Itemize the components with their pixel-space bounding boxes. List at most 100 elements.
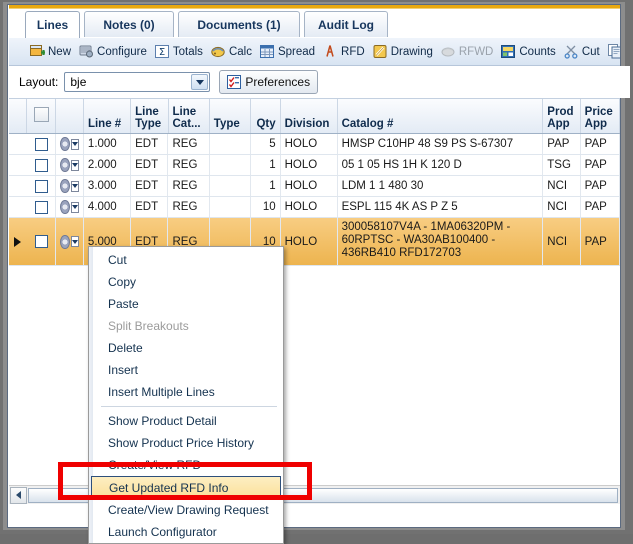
row-actions-gear-button[interactable]: [56, 155, 84, 175]
table-row[interactable]: 3.000 EDT REG 1 HOLO LDM 1 1 480 30 NCI PAP: [9, 176, 620, 197]
context-menu-item-get-updated-rfd-info[interactable]: Get Updated RFD Info: [91, 476, 281, 499]
row-actions-gear-button[interactable]: [56, 134, 84, 154]
cell-line[interactable]: 3.000: [84, 176, 132, 196]
cell-price-app[interactable]: PAP: [581, 218, 620, 265]
cell-prod-app[interactable]: NCI: [543, 197, 581, 217]
grid-header-line[interactable]: Line #: [84, 99, 132, 133]
cell-catalog[interactable]: LDM 1 1 480 30: [338, 176, 544, 196]
context-menu-item-delete[interactable]: Delete: [89, 337, 283, 359]
cell-qty[interactable]: 10: [251, 197, 281, 217]
cell-division[interactable]: HOLO: [281, 134, 338, 154]
grid-header-line-cat[interactable]: Line Cat...: [169, 99, 210, 133]
cell-prod-app[interactable]: PAP: [543, 134, 581, 154]
tab-audit-log[interactable]: Audit Log: [304, 11, 388, 37]
grid-header-prod-app[interactable]: Prod App: [543, 99, 581, 133]
toolbar-button-totals[interactable]: Σ Totals: [154, 44, 203, 59]
chevron-down-icon[interactable]: [191, 74, 209, 90]
cell-division[interactable]: HOLO: [281, 176, 338, 196]
tab-lines[interactable]: Lines: [25, 11, 80, 38]
preferences-button-label: Preferences: [245, 75, 311, 89]
table-row[interactable]: 1.000 EDT REG 5 HOLO HMSP C10HP 48 S9 PS S-67…: [9, 134, 620, 155]
context-menu-item-launch-configurator[interactable]: Launch Configurator: [89, 521, 283, 543]
cell-line-type[interactable]: EDT: [131, 176, 169, 196]
cell-price-app[interactable]: PAP: [581, 176, 620, 196]
chevron-down-icon[interactable]: [70, 159, 79, 171]
cell-line-cat[interactable]: REG: [168, 176, 210, 196]
cell-division[interactable]: HOLO: [281, 197, 338, 217]
context-menu-item-copy[interactable]: Copy: [89, 271, 283, 293]
table-row[interactable]: 2.000 EDT REG 1 HOLO 05 1 05 HS 1H K 120 D TSG…: [9, 155, 620, 176]
cell-catalog[interactable]: 300058107V4A - 1MA06320PM - 60RPTSC - WA…: [338, 218, 544, 265]
cell-prod-app[interactable]: NCI: [543, 218, 581, 265]
context-menu-item-paste[interactable]: Paste: [89, 293, 283, 315]
toolbar-button-drawing[interactable]: Drawing: [373, 44, 433, 59]
cell-catalog[interactable]: ESPL 115 4K AS P Z 5: [338, 197, 544, 217]
cell-prod-app[interactable]: NCI: [543, 176, 581, 196]
cell-qty[interactable]: 1: [251, 155, 281, 175]
toolbar-button-rfd[interactable]: RFD: [323, 44, 365, 59]
row-actions-gear-button[interactable]: [56, 197, 84, 217]
cell-line-cat[interactable]: REG: [168, 134, 210, 154]
toolbar-button-configure[interactable]: Configure: [79, 44, 147, 59]
context-menu-item-insert-multiple-lines[interactable]: Insert Multiple Lines: [89, 381, 283, 403]
chevron-down-icon[interactable]: [70, 236, 79, 247]
cell-prod-app[interactable]: TSG: [543, 155, 581, 175]
cell-catalog[interactable]: HMSP C10HP 48 S9 PS S-67307: [338, 134, 544, 154]
toolbar-button-counts[interactable]: Counts: [501, 44, 556, 59]
row-checkbox[interactable]: [27, 218, 57, 265]
row-actions-gear-button[interactable]: [56, 218, 84, 265]
row-checkbox[interactable]: [27, 176, 57, 196]
grid-header-type[interactable]: Type: [210, 99, 252, 133]
cell-type[interactable]: [210, 134, 252, 154]
toolbar-button-cut[interactable]: Cut: [564, 44, 600, 59]
row-actions-gear-button[interactable]: [56, 176, 84, 196]
cell-qty[interactable]: 5: [251, 134, 281, 154]
context-menu-item-insert[interactable]: Insert: [89, 359, 283, 381]
context-menu-item-create-view-drawing-request[interactable]: Create/View Drawing Request: [89, 499, 283, 521]
cell-line-type[interactable]: EDT: [131, 197, 169, 217]
cell-price-app[interactable]: PAP: [581, 197, 620, 217]
cell-line[interactable]: 1.000: [84, 134, 132, 154]
layout-select[interactable]: bje: [64, 72, 211, 92]
row-checkbox[interactable]: [27, 197, 57, 217]
context-menu-item-cut[interactable]: Cut: [89, 249, 283, 271]
context-menu-item-show-product-price-history[interactable]: Show Product Price History: [89, 432, 283, 454]
cell-price-app[interactable]: PAP: [581, 134, 620, 154]
cell-type[interactable]: [210, 176, 252, 196]
grid-header-division[interactable]: Division: [281, 99, 338, 133]
row-checkbox[interactable]: [27, 134, 57, 154]
cell-line-cat[interactable]: REG: [168, 155, 210, 175]
cell-line[interactable]: 2.000: [84, 155, 132, 175]
row-checkbox[interactable]: [27, 155, 57, 175]
tab-documents-1[interactable]: Documents (1): [178, 11, 300, 37]
scroll-left-arrow-icon[interactable]: [10, 486, 27, 504]
grid-header-line-type[interactable]: Line Type: [131, 99, 169, 133]
toolbar-button-spread[interactable]: Spread: [259, 44, 315, 59]
toolbar-button-new[interactable]: New: [30, 44, 71, 59]
toolbar-button-calc[interactable]: Calc: [211, 44, 252, 59]
grid-header-qty[interactable]: Qty: [251, 99, 281, 133]
cell-line[interactable]: 4.000: [84, 197, 132, 217]
grid-header-price-app[interactable]: Price App: [581, 99, 620, 133]
context-menu-item-create-view-rfd[interactable]: Create/View RFD: [89, 454, 283, 476]
preferences-button[interactable]: Preferences: [219, 70, 319, 94]
cell-division[interactable]: HOLO: [281, 218, 338, 265]
cell-line-type[interactable]: EDT: [131, 155, 169, 175]
cell-type[interactable]: [210, 197, 252, 217]
grid-header-catalog[interactable]: Catalog #: [338, 99, 544, 133]
cell-division[interactable]: HOLO: [281, 155, 338, 175]
chevron-down-icon[interactable]: [70, 138, 79, 150]
cell-type[interactable]: [210, 155, 252, 175]
cell-line-cat[interactable]: REG: [168, 197, 210, 217]
chevron-down-icon[interactable]: [70, 201, 79, 213]
cell-price-app[interactable]: PAP: [581, 155, 620, 175]
select-all-checkbox-cell[interactable]: [27, 99, 57, 133]
table-row[interactable]: 4.000 EDT REG 10 HOLO ESPL 115 4K AS P Z 5 NCI…: [9, 197, 620, 218]
cell-qty[interactable]: 1: [251, 176, 281, 196]
cell-line-type[interactable]: EDT: [131, 134, 169, 154]
context-menu-item-show-product-detail[interactable]: Show Product Detail: [89, 410, 283, 432]
cell-catalog[interactable]: 05 1 05 HS 1H K 120 D: [338, 155, 544, 175]
tab-notes-0[interactable]: Notes (0): [84, 11, 174, 37]
chevron-down-icon[interactable]: [70, 180, 79, 192]
toolbar-button-copy[interactable]: Copy: [607, 44, 620, 59]
